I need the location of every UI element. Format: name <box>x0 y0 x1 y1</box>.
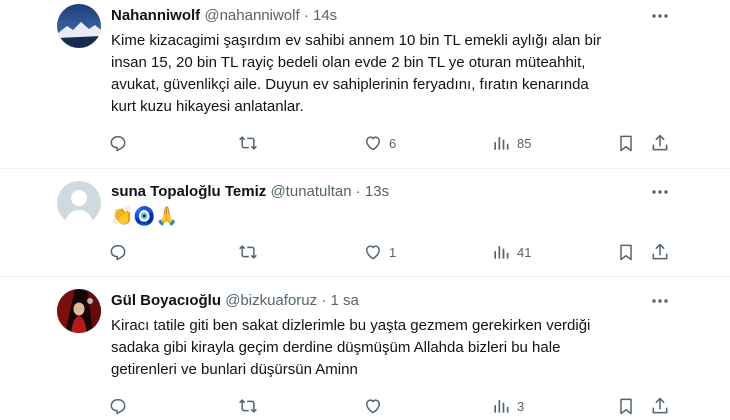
more-options-icon[interactable] <box>650 6 670 26</box>
bookmark-icon <box>616 133 636 153</box>
tweet-nahanniwolf[interactable]: Nahanniwolf @nahanniwolf · 14s Kime kiza… <box>0 0 730 168</box>
tweet-header: suna Topaloğlu Temiz @tunatultan · 13s <box>111 182 389 202</box>
text-line: kurt kuzu hikayesi anlatanlar. <box>111 98 304 115</box>
action-bar: 3 <box>108 394 673 418</box>
retweet-button[interactable] <box>238 394 264 418</box>
retweet-icon <box>238 133 258 153</box>
heart-icon <box>363 133 383 153</box>
tweet-text: Kiracı tatile giti ben sakat dizlerimle … <box>111 315 671 381</box>
avatar[interactable] <box>57 289 101 333</box>
like-count: 6 <box>389 135 397 151</box>
reply-button[interactable] <box>108 394 134 418</box>
retweet-icon <box>238 396 258 416</box>
views-button[interactable]: 3 <box>491 394 524 418</box>
display-name[interactable]: Gül Boyacıoğlu <box>111 292 221 309</box>
view-count: 85 <box>517 135 532 151</box>
avatar[interactable] <box>57 4 101 48</box>
action-bar: 1 41 <box>108 240 673 264</box>
timestamp[interactable]: 13s <box>365 183 389 200</box>
action-bar: 6 85 <box>108 131 673 155</box>
bookmark-icon <box>616 396 636 416</box>
separator: · <box>321 292 327 309</box>
tweet-text: Kime kizacagimi şaşırdım ev sahibi annem… <box>111 30 671 118</box>
emoji-line: 👏🧿🙏 <box>111 206 179 226</box>
views-chart-icon <box>491 133 511 153</box>
bookmark-icon <box>616 242 636 262</box>
text-line: Kiracı tatile giti ben sakat dizlerimle … <box>111 317 591 334</box>
tweet-tunatultan[interactable]: suna Topaloğlu Temiz @tunatultan · 13s 👏… <box>0 169 730 275</box>
text-line: insan 15, 20 bin TL rayiç bedeli olan ev… <box>111 54 586 71</box>
reply-button[interactable] <box>108 131 134 155</box>
more-options-icon[interactable] <box>650 182 670 202</box>
retweet-button[interactable] <box>238 240 264 264</box>
retweet-icon <box>238 242 258 262</box>
text-line: sadaka gibi kirayla geçim derdine düşmüş… <box>111 339 561 356</box>
timestamp[interactable]: 1 sa <box>330 292 358 309</box>
like-button[interactable]: 6 <box>363 131 396 155</box>
retweet-button[interactable] <box>238 131 264 155</box>
text-line: Kime kizacagimi şaşırdım ev sahibi annem… <box>111 32 602 49</box>
heart-icon <box>363 242 383 262</box>
views-chart-icon <box>491 396 511 416</box>
bookmark-button[interactable] <box>616 131 636 155</box>
share-button[interactable] <box>650 394 670 418</box>
display-name[interactable]: suna Topaloğlu Temiz <box>111 183 266 200</box>
display-name[interactable]: Nahanniwolf <box>111 7 200 24</box>
like-button[interactable] <box>363 394 389 418</box>
timestamp[interactable]: 14s <box>313 7 337 24</box>
handle[interactable]: @bizkuaforuz <box>225 292 317 309</box>
views-chart-icon <box>491 242 511 262</box>
bookmark-button[interactable] <box>616 394 636 418</box>
avatar[interactable] <box>57 181 101 225</box>
tweet-header: Gül Boyacıoğlu @bizkuaforuz · 1 sa <box>111 291 359 311</box>
separator: · <box>303 7 309 24</box>
share-button[interactable] <box>650 240 670 264</box>
like-count: 1 <box>389 244 397 260</box>
heart-icon <box>363 396 383 416</box>
share-icon <box>650 396 670 416</box>
reply-icon <box>108 133 128 153</box>
separator: · <box>355 183 361 200</box>
reply-icon <box>108 396 128 416</box>
reply-icon <box>108 242 128 262</box>
tweet-bizkuaforuz[interactable]: Gül Boyacıoğlu @bizkuaforuz · 1 sa Kirac… <box>0 277 730 420</box>
handle[interactable]: @tunatultan <box>270 183 351 200</box>
reply-button[interactable] <box>108 240 134 264</box>
views-button[interactable]: 41 <box>491 240 531 264</box>
tweet-text: 👏🧿🙏 <box>111 205 671 227</box>
tweet-header: Nahanniwolf @nahanniwolf · 14s <box>111 6 337 26</box>
share-icon <box>650 242 670 262</box>
views-button[interactable]: 85 <box>491 131 531 155</box>
bookmark-button[interactable] <box>616 240 636 264</box>
view-count: 3 <box>517 398 525 414</box>
more-options-icon[interactable] <box>650 291 670 311</box>
share-button[interactable] <box>650 131 670 155</box>
share-icon <box>650 133 670 153</box>
text-line: avukat, güvenlikçi aile. Duyun ev sahipl… <box>111 76 589 93</box>
handle[interactable]: @nahanniwolf <box>204 7 299 24</box>
like-button[interactable]: 1 <box>363 240 396 264</box>
text-line: getirenleri ve bunlari düşürsün Aminn <box>111 361 358 378</box>
view-count: 41 <box>517 244 532 260</box>
